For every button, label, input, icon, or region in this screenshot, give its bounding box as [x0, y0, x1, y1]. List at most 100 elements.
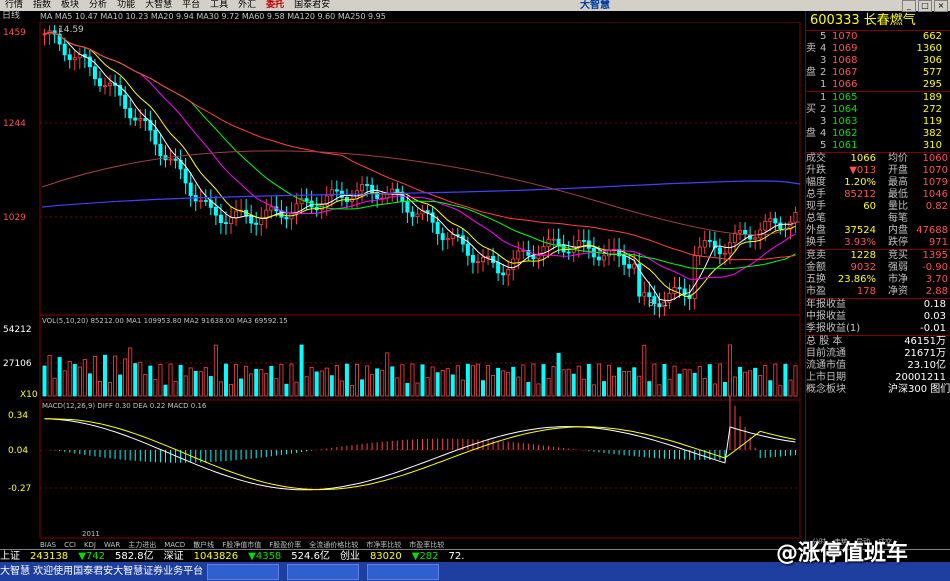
info-row: 流通市值 23.10亿: [806, 360, 950, 372]
info-row: 目前流通 21671万: [806, 348, 950, 360]
indicator-tab[interactable]: WAR: [104, 541, 120, 549]
stat-row: 幅度 1.20% 最高 1079: [806, 177, 950, 189]
indicator-tab[interactable]: CCI: [64, 541, 76, 549]
volume: 662: [922, 31, 942, 42]
volume: 306: [922, 55, 942, 66]
indicator-tab[interactable]: 市盈率比较: [409, 540, 444, 550]
side-label: [806, 79, 820, 91]
indicator-tab[interactable]: MACD: [164, 541, 185, 549]
stat-value-2: [908, 213, 948, 225]
stat-value: 37524: [844, 225, 876, 236]
taskbar-button[interactable]: [367, 563, 440, 580]
menu-item[interactable]: 分析: [84, 0, 112, 11]
info-key: 目前流通: [806, 348, 846, 359]
info-value: 20001211: [895, 372, 946, 383]
order-row: 1 1065 189: [806, 92, 950, 104]
kline-chart[interactable]: 1459 14.59 1244 1029 8.11 VOL(5,10,20) 8…: [0, 22, 805, 542]
info-value: 0.18: [923, 299, 946, 310]
stat-key-2: 内盘: [888, 225, 908, 236]
stat-row: 金额 9032 强弱 -0.90: [806, 262, 950, 274]
stat-key-2: 最低: [888, 189, 908, 200]
menu-item[interactable]: 大智慧: [140, 0, 177, 11]
indicator-tab[interactable]: 市净率比较: [366, 540, 401, 550]
side-label: [806, 140, 820, 152]
volume: 272: [922, 104, 942, 115]
stat-value-2: 1395: [922, 250, 948, 261]
stat-row: 总笔 每笔: [806, 213, 950, 225]
indicator-tab[interactable]: 散户线: [193, 540, 214, 550]
menu-item[interactable]: 工具: [205, 0, 233, 11]
stat-row: 市盈 178 净资 2.88: [806, 286, 950, 298]
ask-book: 5 1070 662 卖 4 1069 1360 3 1068 306 盘 2 1067 577 1 1066…: [806, 31, 950, 91]
stat-key-2: 每笔: [888, 213, 908, 224]
info-row: 年报收益 0.18: [806, 299, 950, 311]
volume: 1360: [916, 43, 942, 54]
level: 1: [820, 79, 827, 90]
stat-value-2: 47688: [916, 225, 948, 236]
info-key: 中报收益: [806, 311, 846, 322]
stat-key: 换手: [806, 237, 826, 248]
info-row: 中报收益 0.03: [806, 311, 950, 323]
stat-value: 60: [863, 201, 876, 212]
vol-label-mid: 27106: [3, 359, 32, 369]
menu-item[interactable]: 行情: [0, 0, 28, 11]
stat-value: 1228: [850, 250, 876, 261]
stat-value-2: 1070: [922, 165, 948, 176]
menu-item[interactable]: 国泰君安: [289, 0, 335, 11]
level: 2: [820, 104, 827, 115]
stat-value-2: 971: [928, 237, 948, 248]
stat-key: 五换: [806, 274, 826, 285]
stock-code: 600333: [810, 13, 860, 28]
price: 1062: [832, 128, 858, 139]
info-value: 46151万: [904, 336, 946, 347]
stat-row: 升跌 ▼013 开盘 1070: [806, 165, 950, 177]
stat-row: 外盘 37524 内盘 47688: [806, 225, 950, 237]
stat-value-2: 1060: [922, 153, 948, 164]
info-row: 概念板块 沪深300 图们江: [806, 384, 950, 396]
stat-value: 3.93%: [844, 237, 876, 248]
price: 1067: [832, 67, 858, 78]
price: 1061: [832, 140, 858, 151]
level: 4: [820, 128, 827, 139]
stat-value: 85212: [844, 189, 876, 200]
info-key: 上市日期: [806, 372, 846, 383]
indicator-tab[interactable]: F股净值市值: [222, 540, 261, 550]
side-label: [806, 31, 820, 43]
report-earnings: 年报收益 0.18 中报收益 0.03 季报收益(1) -0.01: [806, 299, 950, 335]
stat-key: 升跌: [806, 165, 826, 176]
menu-item[interactable]: 板块: [56, 0, 84, 11]
indicator-tab[interactable]: KDJ: [84, 541, 96, 549]
taskbar-button[interactable]: [207, 563, 280, 580]
menu-item[interactable]: 委托: [261, 0, 289, 11]
stat-key-2: 最高: [888, 177, 908, 188]
stat-key: 金额: [806, 262, 826, 273]
price-label-top: 1459: [3, 28, 26, 38]
stat-key-2: 量比: [888, 201, 908, 212]
stat-key: 竞卖: [806, 250, 826, 261]
stat-key: 幅度: [806, 177, 826, 188]
menu-item[interactable]: 功能: [112, 0, 140, 11]
taskbar-button[interactable]: [287, 563, 360, 580]
stat-row: 成交 1066 均价 1060: [806, 153, 950, 165]
side-label: 盘: [806, 67, 816, 78]
stat-value: 23.86%: [837, 274, 876, 285]
indicator-tab[interactable]: 全流通价格比较: [309, 540, 358, 550]
stat-row: 现手 60 量比 0.82: [806, 201, 950, 213]
stat-key: 外盘: [806, 225, 826, 236]
stock-name: 长春燃气: [863, 13, 916, 28]
menu-item[interactable]: 平台: [177, 0, 205, 11]
window-controls: _ □ ×: [902, 0, 948, 12]
price: 1068: [832, 55, 858, 66]
stock-title: 600333 长春燃气: [806, 11, 950, 31]
indicator-tab[interactable]: 主力进出: [128, 540, 156, 550]
stat-key-2: 净资: [888, 286, 908, 297]
indicator-tab[interactable]: F股盈价率: [269, 540, 301, 550]
indicator-tab[interactable]: BIAS: [40, 541, 56, 549]
menu-item[interactable]: 外汇: [233, 0, 261, 11]
period-label[interactable]: 日线: [0, 11, 42, 22]
indicator-tabs: BIAS CCI KDJ WAR 主力进出 MACD 散户线 F股净值市值 F股盈价率 全流通价格…: [40, 540, 800, 549]
brand-logo: 大智慧: [580, 0, 610, 11]
menu-item[interactable]: 指数: [28, 0, 56, 11]
level: 4: [820, 43, 827, 54]
macd-label-top: 0.34: [8, 411, 28, 421]
